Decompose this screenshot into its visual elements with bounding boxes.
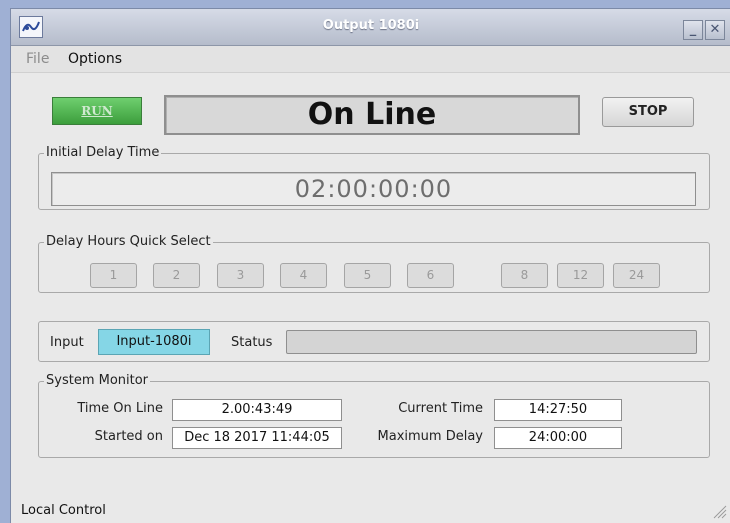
initial-delay-display: 02:00:00:00 (51, 172, 696, 206)
run-button[interactable]: RUN (52, 97, 142, 125)
stop-button[interactable]: STOP (602, 97, 694, 127)
maximum-delay-label: Maximum Delay (377, 429, 483, 444)
quick-select-1h-button[interactable]: 1 (90, 263, 137, 288)
input-status-group: Input Input-1080i Status (38, 321, 710, 362)
input-label: Input (50, 335, 84, 350)
close-button[interactable]: ✕ (705, 20, 725, 40)
current-time-label: Current Time (398, 401, 483, 416)
initial-delay-group: Initial Delay Time 02:00:00:00 (38, 145, 710, 210)
initial-delay-label: Initial Delay Time (44, 145, 162, 160)
quick-select-4h-button[interactable]: 4 (280, 263, 327, 288)
quick-select-label: Delay Hours Quick Select (44, 234, 213, 249)
system-monitor-label: System Monitor (44, 373, 151, 388)
online-status-display: On Line (164, 95, 580, 135)
menu-options[interactable]: Options (68, 51, 122, 67)
resize-grip-icon[interactable] (711, 503, 727, 519)
time-on-line-field: 2.00:43:49 (172, 399, 342, 421)
control-mode-status: Local Control (21, 503, 106, 518)
menu-bar: File Options (11, 46, 730, 73)
quick-select-8h-button[interactable]: 8 (501, 263, 548, 288)
quick-select-group: Delay Hours Quick Select 1 2 3 4 5 6 8 1… (38, 234, 710, 293)
system-monitor-group: System Monitor Time On Line 2.00:43:49 S… (38, 373, 710, 458)
quick-select-6h-button[interactable]: 6 (407, 263, 454, 288)
window-title: Output 1080i (322, 18, 420, 33)
quick-select-5h-button[interactable]: 5 (344, 263, 391, 288)
minimize-button[interactable]: _ (683, 20, 703, 40)
started-on-label: Started on (94, 429, 163, 444)
quick-select-2h-button[interactable]: 2 (153, 263, 200, 288)
title-bar[interactable]: Output 1080i _ ✕ (11, 9, 730, 46)
quick-select-24h-button[interactable]: 24 (613, 263, 660, 288)
started-on-field: Dec 18 2017 11:44:05 (172, 427, 342, 449)
status-label: Status (231, 335, 273, 350)
quick-select-3h-button[interactable]: 3 (217, 263, 264, 288)
current-time-field: 14:27:50 (494, 399, 622, 421)
menu-file[interactable]: File (26, 51, 49, 67)
quick-select-12h-button[interactable]: 12 (557, 263, 604, 288)
output-window: Output 1080i _ ✕ File Options RUN On Lin… (10, 8, 730, 523)
maximum-delay-field: 24:00:00 (494, 427, 622, 449)
status-field (286, 330, 697, 354)
input-source-badge[interactable]: Input-1080i (98, 329, 210, 355)
time-on-line-label: Time On Line (77, 401, 163, 416)
